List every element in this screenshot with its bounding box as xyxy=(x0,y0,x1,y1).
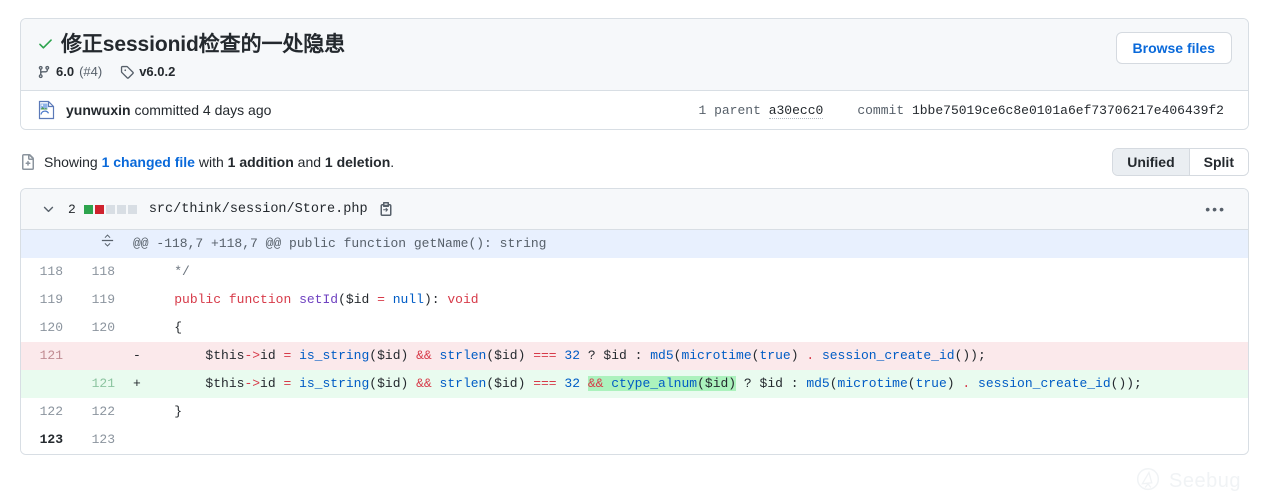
diffstat-square-add xyxy=(84,205,93,214)
line-number-new[interactable]: 118 xyxy=(73,258,125,286)
seebug-watermark: Seebug xyxy=(1133,465,1241,498)
line-number-new[interactable]: 119 xyxy=(73,286,125,314)
parent-group: 1 parent a30ecc0 xyxy=(698,103,823,118)
commit-hash[interactable]: 1bbe75019ce6c8e0101a6ef73706217e406439f2 xyxy=(912,103,1224,118)
line-number-new[interactable]: 123 xyxy=(73,426,125,454)
tag-icon xyxy=(120,65,134,79)
line-number-old[interactable]: 122 xyxy=(21,398,73,426)
seebug-logo-icon xyxy=(1133,465,1163,498)
commit-title-row: 修正sessionid检查的一处隐患 6.0 (#4) xyxy=(21,19,1248,91)
branch-ref[interactable]: 6.0 (#4) xyxy=(37,64,102,79)
parent-label: 1 parent xyxy=(698,103,760,118)
commit-title-wrap: 修正sessionid检查的一处隐患 6.0 (#4) xyxy=(37,32,345,79)
branch-name: 6.0 xyxy=(56,64,74,79)
code-line xyxy=(125,426,1248,454)
author-line: yunwuxin committed 4 days ago xyxy=(66,102,271,118)
kebab-horizontal-icon[interactable]: ••• xyxy=(1205,202,1234,216)
line-number-new[interactable]: 121 xyxy=(73,370,125,398)
chevron-down-icon[interactable] xyxy=(41,202,56,217)
seebug-watermark-label: Seebug xyxy=(1169,470,1241,493)
table-row: 121 - $this->id = is_string($id) && strl… xyxy=(21,342,1248,370)
summary-suffix: . xyxy=(390,154,394,170)
commit-hash-group: 1 parent a30ecc0 commit 1bbe75019ce6c8e0… xyxy=(698,103,1232,118)
line-number-old[interactable]: 121 xyxy=(21,342,73,370)
file-diff-header: 2 src/think/session/Store.php ••• xyxy=(21,189,1248,230)
changed-files-link[interactable]: 1 changed file xyxy=(102,154,195,170)
split-view-button[interactable]: Split xyxy=(1190,149,1248,175)
avatar[interactable] xyxy=(37,100,57,120)
commit-refs: 6.0 (#4) v6.0.2 xyxy=(37,64,345,79)
pull-request-ref[interactable]: (#4) xyxy=(79,64,102,79)
code-line: */ xyxy=(125,258,1248,286)
table-row: 121 + $this->id = is_string($id) && strl… xyxy=(21,370,1248,398)
code-line-deleted: - $this->id = is_string($id) && strlen($… xyxy=(125,342,1248,370)
line-number-new[interactable] xyxy=(73,342,125,370)
summary-conjunction: and xyxy=(294,154,325,170)
hunk-header-text: @@ -118,7 +118,7 @@ public function getN… xyxy=(125,230,1248,258)
file-path[interactable]: src/think/session/Store.php xyxy=(149,202,368,217)
code-line: public function setId($id = null): void xyxy=(125,286,1248,314)
commit-page: 修正sessionid检查的一处隐患 6.0 (#4) xyxy=(0,0,1269,455)
diffstat-bar xyxy=(84,205,137,214)
commit-title-text: 修正sessionid检查的一处隐患 xyxy=(61,32,345,57)
diff-summary-text: Showing 1 changed file with 1 addition a… xyxy=(44,154,394,170)
diffstat-square-neutral xyxy=(117,205,126,214)
line-number-new[interactable]: 120 xyxy=(73,314,125,342)
page-title: 修正sessionid检查的一处隐患 xyxy=(37,32,345,57)
table-row: 118 118 */ xyxy=(21,258,1248,286)
browse-files-button[interactable]: Browse files xyxy=(1116,32,1232,64)
diffstat-square-neutral xyxy=(106,205,115,214)
deletions-count: 1 deletion xyxy=(325,154,390,170)
tag-ref[interactable]: v6.0.2 xyxy=(120,64,175,79)
additions-count: 1 addition xyxy=(228,154,294,170)
commit-group: commit 1bbe75019ce6c8e0101a6ef73706217e4… xyxy=(857,103,1224,118)
expand-up-down-icon[interactable] xyxy=(29,233,115,248)
code-line: } xyxy=(125,398,1248,426)
copy-path-icon[interactable] xyxy=(378,201,394,217)
commit-header-card: 修正sessionid检查的一处隐患 6.0 (#4) xyxy=(20,18,1249,130)
file-diff-card: 2 src/think/session/Store.php ••• xyxy=(20,188,1249,455)
table-row: 122 122 } xyxy=(21,398,1248,426)
table-row: 119 119 public function setId($id = null… xyxy=(21,286,1248,314)
diffstat-square-del xyxy=(95,205,104,214)
author-name[interactable]: yunwuxin xyxy=(66,102,131,118)
commit-timestamp: committed 4 days ago xyxy=(134,102,271,118)
line-number-old[interactable]: 123 xyxy=(21,426,73,454)
file-change-count: 2 xyxy=(68,202,76,217)
line-number-old[interactable] xyxy=(21,370,73,398)
table-row: 123 123 xyxy=(21,426,1248,454)
check-icon xyxy=(37,35,54,55)
tag-name: v6.0.2 xyxy=(139,64,175,79)
diff-view-toggle: Unified Split xyxy=(1112,148,1249,176)
hunk-expand-cell[interactable] xyxy=(21,230,125,258)
code-line-added: + $this->id = is_string($id) && strlen($… xyxy=(125,370,1248,398)
line-number-old[interactable]: 118 xyxy=(21,258,73,286)
unified-view-button[interactable]: Unified xyxy=(1113,149,1188,175)
summary-middle: with xyxy=(195,154,228,170)
commit-label: commit xyxy=(857,103,904,118)
line-number-old[interactable]: 119 xyxy=(21,286,73,314)
file-diff-icon xyxy=(20,154,36,170)
summary-prefix: Showing xyxy=(44,154,102,170)
git-branch-icon xyxy=(37,65,51,79)
code-line: { xyxy=(125,314,1248,342)
diff-summary-row: Showing 1 changed file with 1 addition a… xyxy=(20,148,1249,176)
diff-table: @@ -118,7 +118,7 @@ public function getN… xyxy=(21,230,1248,454)
parent-hash[interactable]: a30ecc0 xyxy=(769,103,824,119)
line-number-new[interactable]: 122 xyxy=(73,398,125,426)
line-number-old[interactable]: 120 xyxy=(21,314,73,342)
commit-author-row: yunwuxin committed 4 days ago 1 parent a… xyxy=(21,91,1248,129)
table-row: 120 120 { xyxy=(21,314,1248,342)
hunk-header-row: @@ -118,7 +118,7 @@ public function getN… xyxy=(21,230,1248,258)
diffstat-square-neutral xyxy=(128,205,137,214)
